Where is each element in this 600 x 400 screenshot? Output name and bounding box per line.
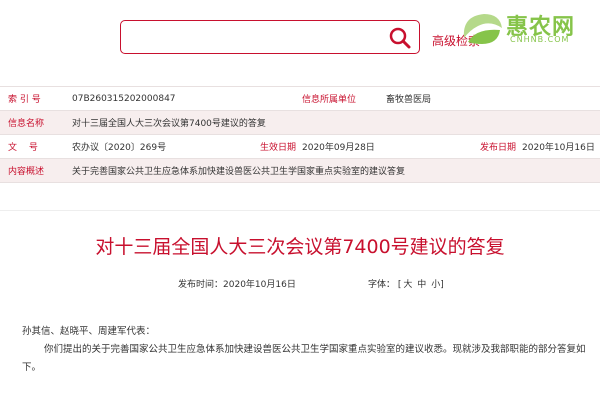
bracket-close: ] [440, 280, 444, 290]
brand-leaf-icon [463, 14, 502, 44]
summary-label: 内容概述 [0, 158, 64, 183]
table-row: 文 号 农办议〔2020〕269号 生效日期 2020年09月28日 发布日期 … [0, 134, 600, 159]
table-row: 索 引 号 07B260315202000847 信息所属单位 畜牧兽医局 [0, 86, 600, 111]
index-number-value: 07B260315202000847 [64, 86, 302, 111]
effective-date-value: 2020年09月28日 [302, 134, 441, 159]
doc-number-value: 农办议〔2020〕269号 [64, 134, 224, 159]
font-size-medium[interactable]: 中 [417, 280, 426, 290]
bracket-open: [ [397, 280, 402, 290]
font-size-label: 字体： [368, 280, 396, 290]
publish-time-label: 发布时间： [178, 280, 224, 290]
publish-date-label: 发布日期 [440, 134, 523, 159]
section-divider [0, 210, 600, 211]
font-size-selector: 字体： [大 中 小] [368, 277, 444, 290]
publish-time-value: 2020年10月16日 [223, 280, 296, 290]
search-input[interactable] [120, 20, 420, 54]
publish-date-value: 2020年10月16日 [522, 134, 600, 159]
publish-time: 发布时间：2020年10月16日 [178, 277, 296, 290]
salutation: 孙其信、赵晓平、周建军代表： [22, 326, 156, 337]
info-name-value: 对十三届全国人大三次会议第7400号建议的答复 [64, 110, 600, 135]
effective-date-label: 生效日期 [224, 134, 302, 159]
table-row: 信息名称 对十三届全国人大三次会议第7400号建议的答复 [0, 110, 600, 135]
font-size-small[interactable]: 小 [431, 280, 440, 290]
info-name-label: 信息名称 [0, 110, 64, 135]
body-paragraph: 你们提出的关于完善国家公共卫生应急体系加快建设兽医公共卫生学国家重点实验室的建议… [22, 344, 586, 373]
issuing-unit-value: 畜牧兽医局 [386, 86, 547, 111]
page-title: 对十三届全国人大三次会议第7400号建议的答复 [95, 236, 505, 258]
doc-number-label: 文 号 [0, 134, 64, 159]
summary-value: 关于完善国家公共卫生应急体系加快建设兽医公共卫生学国家重点实验室的建议答复 [64, 158, 600, 183]
brand-subtitle: CNHNB.COM [510, 35, 570, 44]
table-row: 内容概述 关于完善国家公共卫生应急体系加快建设兽医公共卫生学国家重点实验室的建议… [0, 158, 600, 183]
index-number-label: 索 引 号 [0, 86, 64, 111]
search-icon[interactable] [388, 26, 412, 50]
font-size-large[interactable]: 大 [403, 280, 412, 290]
document-info-table: 索 引 号 07B260315202000847 信息所属单位 畜牧兽医局 信息… [0, 86, 600, 183]
